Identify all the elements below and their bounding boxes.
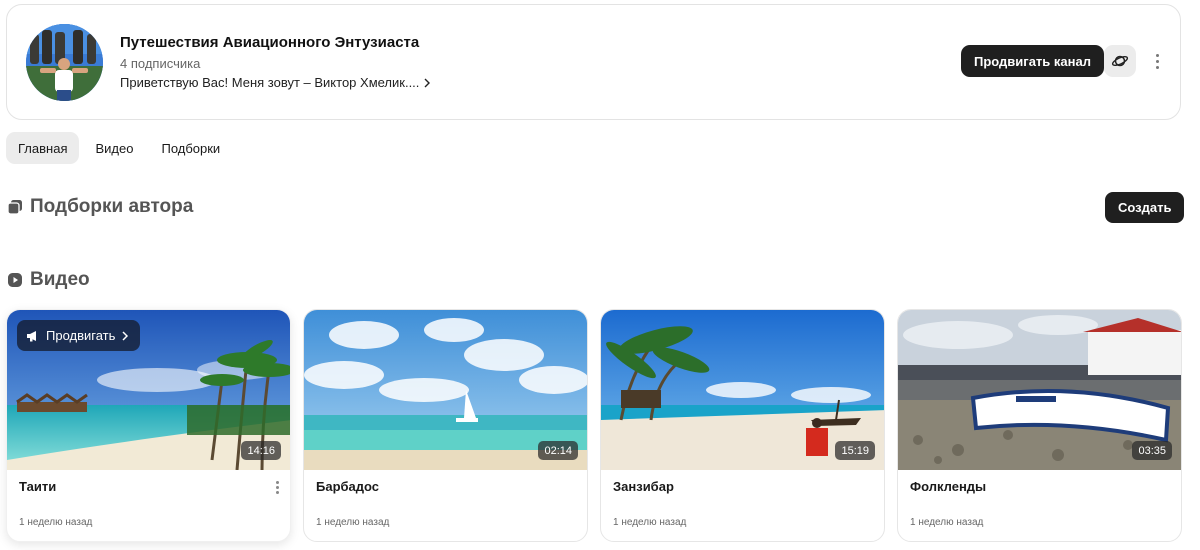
video-date: 1 неделю назад bbox=[19, 517, 93, 528]
channel-description[interactable]: Приветствую Вас! Меня зовут – Виктор Хме… bbox=[120, 75, 431, 90]
video-title[interactable]: Таити bbox=[19, 479, 56, 494]
channel-description-text: Приветствую Вас! Меня зовут – Виктор Хме… bbox=[120, 75, 420, 90]
planet-button[interactable] bbox=[1104, 45, 1136, 77]
video-title[interactable]: Барбадос bbox=[316, 479, 379, 494]
megaphone-icon bbox=[27, 330, 36, 341]
video-duration: 02:14 bbox=[538, 441, 578, 460]
video-section-title: Видео bbox=[30, 269, 90, 290]
video-card[interactable]: 03:35 Фолкленды 1 неделю назад bbox=[897, 309, 1182, 542]
channel-avatar[interactable] bbox=[26, 24, 103, 101]
avatar-image bbox=[26, 24, 103, 101]
video-thumbnail[interactable]: Продвигать 14:16 bbox=[7, 310, 290, 470]
video-date: 1 неделю назад bbox=[910, 517, 984, 528]
collections-section-header: Подборки автора bbox=[7, 196, 193, 218]
video-title[interactable]: Занзибар bbox=[613, 479, 674, 494]
video-thumbnail[interactable]: 02:14 bbox=[304, 310, 587, 470]
subscriber-count: 4 подписчика bbox=[120, 56, 201, 71]
video-thumbnail[interactable]: 15:19 bbox=[601, 310, 884, 470]
more-vertical-icon[interactable] bbox=[1149, 49, 1165, 73]
promote-channel-button[interactable]: Продвигать канал bbox=[961, 45, 1104, 77]
channel-title: Путешествия Авиационного Энтузиаста bbox=[120, 34, 420, 51]
create-collection-button[interactable]: Создать bbox=[1105, 192, 1185, 223]
promote-video-button[interactable]: Продвигать bbox=[17, 320, 141, 351]
video-duration: 14:16 bbox=[241, 441, 281, 460]
video-icon bbox=[8, 273, 22, 287]
tab-collections[interactable]: Подборки bbox=[149, 132, 232, 164]
video-duration: 15:19 bbox=[835, 441, 875, 460]
video-card[interactable]: 15:19 Занзибар 1 неделю назад bbox=[600, 309, 885, 542]
tab-main[interactable]: Главная bbox=[6, 132, 80, 164]
promote-video-label: Продвигать bbox=[46, 328, 116, 343]
video-card[interactable]: Продвигать 14:16 Таити 1 неделю назад bbox=[6, 309, 291, 542]
tab-video[interactable]: Видео bbox=[83, 132, 145, 164]
video-card[interactable]: 02:14 Барбадос 1 неделю назад bbox=[303, 309, 588, 542]
channel-header: Путешествия Авиационного Энтузиаста 4 по… bbox=[6, 4, 1181, 120]
video-title[interactable]: Фолкленды bbox=[910, 479, 986, 494]
video-date: 1 неделю назад bbox=[316, 517, 390, 528]
video-date: 1 неделю назад bbox=[613, 517, 687, 528]
video-thumbnail[interactable]: 03:35 bbox=[898, 310, 1181, 470]
video-duration: 03:35 bbox=[1132, 441, 1172, 460]
video-list: Продвигать 14:16 Таити 1 неделю назад 02… bbox=[6, 309, 1182, 542]
chevron-right-icon bbox=[122, 330, 129, 341]
video-section-header: Видео bbox=[7, 269, 90, 291]
collections-section-title: Подборки автора bbox=[30, 196, 194, 217]
channel-tabs: Главная Видео Подборки bbox=[6, 132, 232, 164]
chevron-right-icon bbox=[424, 78, 431, 87]
collections-icon bbox=[7, 200, 22, 215]
video-more-icon[interactable] bbox=[276, 481, 279, 494]
planet-icon bbox=[1111, 55, 1129, 67]
